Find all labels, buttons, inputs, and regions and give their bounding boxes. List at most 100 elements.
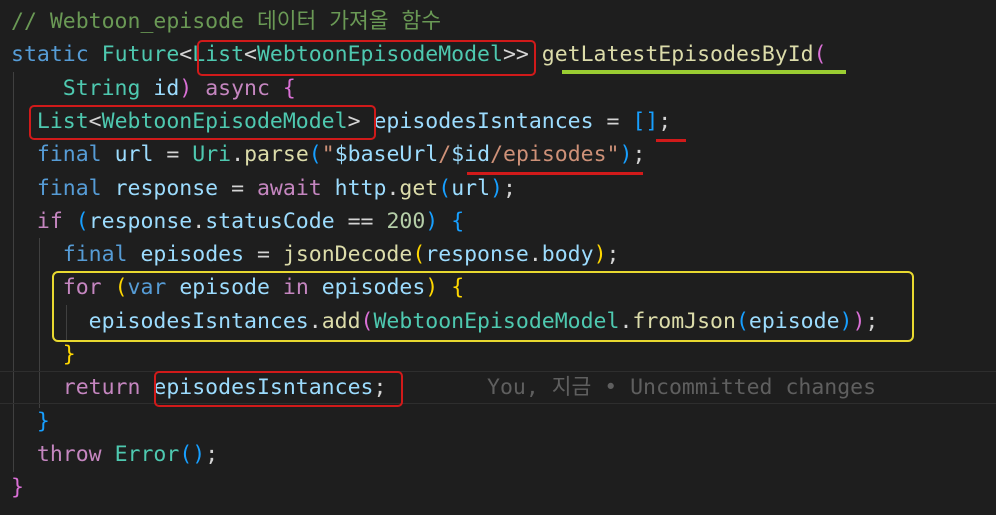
code-token: ) xyxy=(179,75,193,101)
code-token: " xyxy=(321,142,335,168)
code-token: fromJson xyxy=(632,308,736,334)
code-token: episode xyxy=(748,308,840,334)
code-token: final xyxy=(36,142,102,168)
code-token: $id xyxy=(451,142,491,168)
code-token: } xyxy=(62,342,76,367)
code-line-10[interactable]: episodesIsntances.add(WebtoonEpisodeMode… xyxy=(11,305,996,338)
code-token: jsonDecode xyxy=(282,242,413,268)
code-token: ) xyxy=(839,308,853,334)
code-line-11[interactable]: } xyxy=(11,338,996,371)
code-token: = xyxy=(218,175,257,201)
code-token: List xyxy=(192,42,245,68)
code-token: response xyxy=(88,208,193,234)
code-line-7[interactable]: if (response.statusCode == 200) { xyxy=(11,205,996,238)
code-token: ) xyxy=(490,175,503,201)
code-token: episodesIsntances xyxy=(153,375,374,401)
code-token: in xyxy=(282,275,309,301)
code-token: ( xyxy=(412,242,426,268)
code-line-6[interactable]: final response = await http.get(url); xyxy=(11,172,996,205)
code-line-14[interactable]: throw Error(); xyxy=(11,438,996,471)
code-token: ( xyxy=(813,42,827,68)
code-token: ( xyxy=(438,175,452,201)
code-token: getLatestEpisodesById xyxy=(541,42,814,68)
code-token: ; xyxy=(632,142,646,168)
code-line-13[interactable]: } xyxy=(11,405,996,438)
code-token: List xyxy=(36,108,89,134)
code-line-8[interactable]: final episodes = jsonDecode(response.bod… xyxy=(11,238,996,271)
code-token: var xyxy=(127,275,167,301)
code-token: return xyxy=(62,375,141,401)
code-token: ; xyxy=(205,441,219,467)
code-token: { xyxy=(451,208,465,234)
code-token: episodesIsntances xyxy=(88,308,309,334)
code-token: = xyxy=(593,108,633,134)
code-line-9[interactable]: for (var episode in episodes) { xyxy=(11,271,996,304)
code-token: > xyxy=(347,108,361,134)
code-token: . xyxy=(192,208,206,234)
code-token: final xyxy=(62,242,128,268)
code-token: ( xyxy=(360,308,374,334)
code-token: id xyxy=(153,75,180,101)
code-token: < xyxy=(244,42,257,68)
code-token: add xyxy=(321,308,361,334)
code-token: episode xyxy=(179,275,270,301)
inline-blame-annotation: You, 지금 • Uncommitted changes xyxy=(487,375,877,400)
code-line-1[interactable]: // Webtoon_episode 데이터 가져올 함수 xyxy=(11,5,996,38)
code-editor[interactable]: // Webtoon_episode 데이터 가져올 함수 static Futu… xyxy=(0,0,996,515)
code-line-4[interactable]: List<WebtoonEpisodeModel> episodesIsntan… xyxy=(11,105,996,138)
code-token: statusCode xyxy=(205,208,335,234)
code-token: for xyxy=(62,275,102,301)
code-token: = xyxy=(153,142,193,168)
code-token: == xyxy=(334,208,387,234)
code-token: ) xyxy=(593,242,607,268)
code-token: parse xyxy=(244,142,309,168)
code-token: final xyxy=(36,175,102,201)
code-token: url xyxy=(114,142,154,168)
code-token: http xyxy=(334,175,387,201)
code-line-5[interactable]: final url = Uri.parse("$baseUrl/$id/epis… xyxy=(11,138,996,171)
code-token: await xyxy=(256,175,322,201)
code-line-15[interactable]: } xyxy=(11,471,996,504)
code-token: . xyxy=(528,242,542,268)
code-token: ) xyxy=(619,142,633,168)
code-token: ; xyxy=(865,308,879,334)
code-token: WebtoonEpisodeModel xyxy=(256,42,503,68)
code-line-2[interactable]: static Future<List<WebtoonEpisodeModel>>… xyxy=(11,38,996,71)
code-token: ( xyxy=(308,142,322,168)
code-token: } xyxy=(36,408,50,434)
code-token: ; xyxy=(373,375,387,401)
code-token: async xyxy=(205,75,270,101)
code-token: ) xyxy=(425,208,439,234)
code-token: ( xyxy=(735,308,749,334)
code-token: url xyxy=(451,175,491,201)
code-line-3[interactable]: String id) async { xyxy=(11,72,996,105)
code-token: { xyxy=(282,75,296,101)
code-token: // Webtoon_episode 데이터 가져올 함수 xyxy=(11,9,442,34)
code-token: Uri xyxy=(192,142,232,168)
code-token: . xyxy=(386,175,400,201)
code-token: /episodes" xyxy=(490,142,620,168)
code-token: [] xyxy=(632,108,659,134)
code-token: body xyxy=(541,242,594,268)
code-token: String xyxy=(62,75,141,101)
code-token: ( xyxy=(114,275,128,301)
code-token: if xyxy=(36,208,63,234)
